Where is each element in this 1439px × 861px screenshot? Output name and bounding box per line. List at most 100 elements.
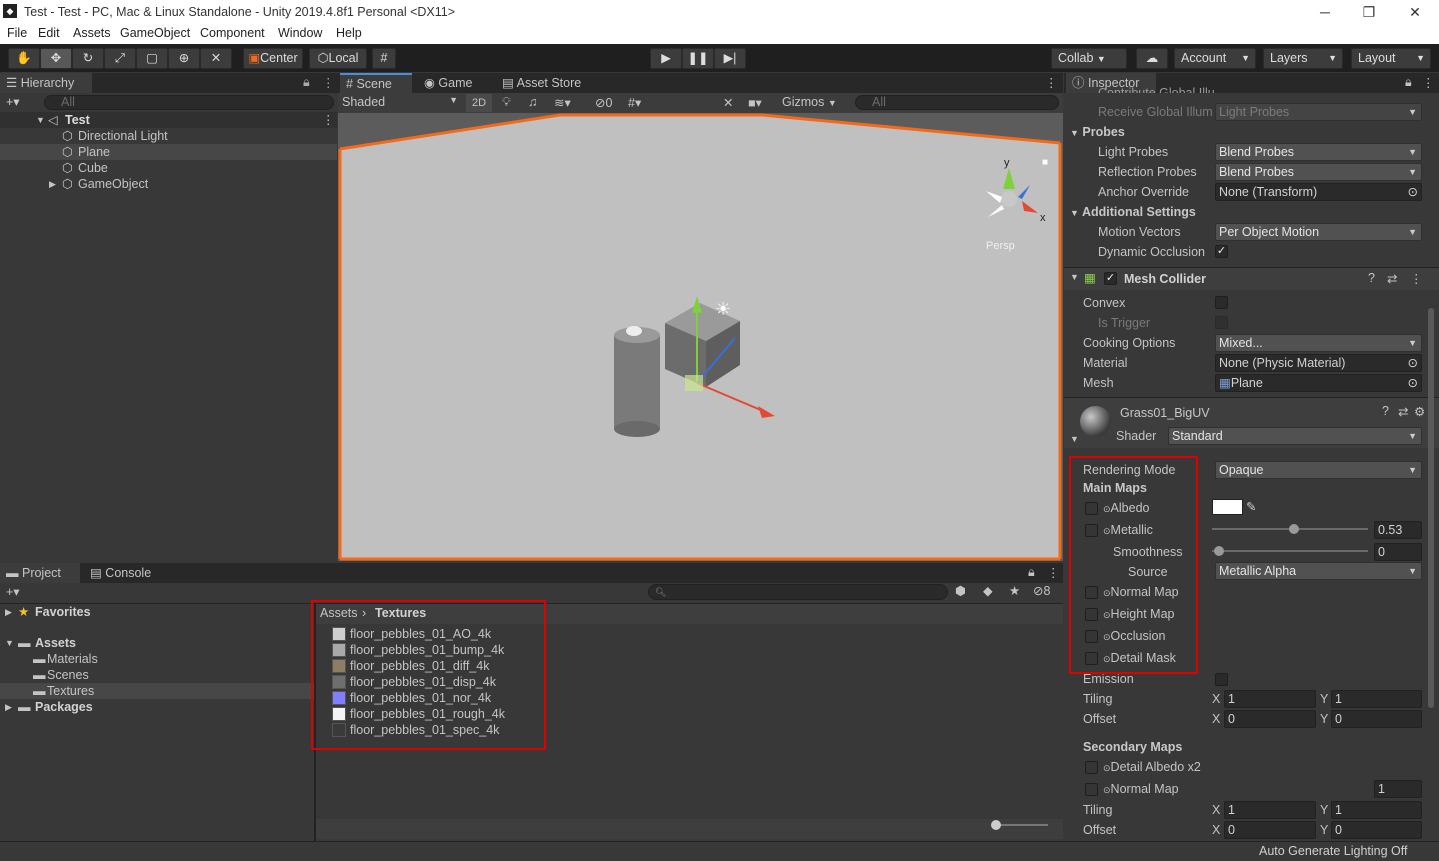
- shading-mode-dropdown[interactable]: Shaded ▼: [342, 95, 458, 109]
- settings-gear-icon[interactable]: ⚙: [1414, 404, 1425, 419]
- secondary-normal-map-texture-slot[interactable]: [1085, 783, 1098, 796]
- rect-tool-button[interactable]: ▢: [136, 48, 168, 69]
- kebab-menu-icon[interactable]: ⋮: [1047, 565, 1060, 580]
- menu-component[interactable]: Component: [200, 26, 265, 40]
- dynamic-occlusion-checkbox[interactable]: ✓: [1215, 245, 1228, 258]
- smoothness-value-field[interactable]: 0: [1374, 543, 1422, 561]
- cloud-button[interactable]: ☁: [1136, 48, 1168, 69]
- object-picker-icon[interactable]: ⊙: [1408, 355, 1418, 371]
- scene-row[interactable]: ▼ ◁ Test ⋮: [0, 112, 337, 128]
- tree-folder-textures[interactable]: ▬ Textures: [0, 683, 314, 699]
- grid-snap-button[interactable]: #: [372, 48, 396, 69]
- lighting-toggle-icon[interactable]: 💡︎: [502, 95, 511, 110]
- hierarchy-item-cube[interactable]: ⬡ Cube: [0, 160, 337, 176]
- hidden-objects-icon[interactable]: ⊘0: [595, 95, 612, 110]
- additional-settings-header[interactable]: ▼ Additional Settings: [1070, 205, 1196, 219]
- eyedropper-icon[interactable]: ✎: [1246, 499, 1256, 514]
- menu-file[interactable]: File: [7, 26, 27, 40]
- rotate-tool-button[interactable]: ↻: [72, 48, 104, 69]
- icon-size-slider-handle[interactable]: [991, 820, 1001, 830]
- smoothness-slider-handle[interactable]: [1214, 546, 1224, 556]
- tree-packages[interactable]: ▶ ▬ Packages: [0, 699, 314, 715]
- 2d-toggle[interactable]: 2D: [466, 94, 492, 112]
- help-icon[interactable]: ?: [1382, 404, 1389, 418]
- layout-dropdown[interactable]: Layout ▼: [1351, 48, 1431, 69]
- hierarchy-item-directional-light[interactable]: ⬡ Directional Light: [0, 128, 337, 144]
- cooking-options-dropdown[interactable]: Mixed... ▼: [1215, 334, 1422, 352]
- collapse-arrow-icon[interactable]: ▼: [1070, 272, 1079, 282]
- convex-checkbox[interactable]: [1215, 296, 1228, 309]
- smoothness-slider-track[interactable]: [1212, 550, 1368, 552]
- detail-albedo-texture-slot[interactable]: [1085, 761, 1098, 774]
- menu-gameobject[interactable]: GameObject: [120, 26, 190, 40]
- scale-tool-button[interactable]: ⤢: [104, 48, 136, 69]
- tab-scene[interactable]: # Scene: [340, 73, 412, 93]
- layers-dropdown[interactable]: Layers ▼: [1263, 48, 1343, 69]
- close-button[interactable]: ✕: [1400, 2, 1430, 22]
- help-icon[interactable]: ?: [1368, 271, 1375, 285]
- hierarchy-item-plane[interactable]: ⬡ Plane: [0, 144, 337, 160]
- icon-size-slider[interactable]: [993, 824, 1048, 826]
- shader-dropdown[interactable]: Standard ▼: [1168, 427, 1422, 445]
- menu-edit[interactable]: Edit: [38, 26, 60, 40]
- effects-toggle-icon[interactable]: ≋▾: [554, 95, 571, 110]
- reflection-probes-dropdown[interactable]: Blend Probes ▼: [1215, 163, 1422, 181]
- step-button[interactable]: ▶|: [714, 48, 746, 69]
- grid-toggle-icon[interactable]: #▾: [628, 95, 641, 110]
- audio-toggle-icon[interactable]: ♫: [528, 95, 537, 109]
- tree-folder-scenes[interactable]: ▬ Scenes: [0, 667, 314, 683]
- pivot-center-button[interactable]: ▣Center: [243, 48, 303, 69]
- anchor-override-field[interactable]: None (Transform) ⊙: [1215, 183, 1422, 201]
- physic-material-field[interactable]: None (Physic Material) ⊙: [1215, 354, 1422, 372]
- minimize-button[interactable]: ─: [1310, 2, 1340, 22]
- tree-favorites[interactable]: ▶ ★ Favorites: [0, 604, 314, 620]
- play-button[interactable]: ▶: [650, 48, 682, 69]
- pause-button[interactable]: ❚❚: [682, 48, 714, 69]
- preset-icon[interactable]: ⇄: [1387, 271, 1397, 286]
- tab-project[interactable]: ▬ Project: [0, 563, 80, 583]
- menu-assets[interactable]: Assets: [73, 26, 111, 40]
- secondary-offset-y-field[interactable]: 0: [1331, 821, 1422, 839]
- inspector-scrollbar[interactable]: [1428, 308, 1434, 708]
- maximize-button[interactable]: ❐: [1354, 2, 1384, 22]
- custom-tool-button[interactable]: ✕: [200, 48, 232, 69]
- is-trigger-checkbox[interactable]: [1215, 316, 1228, 329]
- mesh-collider-enabled-checkbox[interactable]: ✓: [1104, 272, 1117, 285]
- source-dropdown[interactable]: Metallic Alpha ▼: [1215, 562, 1422, 580]
- move-tool-button[interactable]: ✥: [40, 48, 72, 69]
- account-dropdown[interactable]: Account ▼: [1174, 48, 1256, 69]
- lock-icon[interactable]: 🔒︎: [1028, 565, 1035, 580]
- offset-y-field[interactable]: 0: [1331, 710, 1422, 728]
- collapse-arrow-icon[interactable]: ▼: [1070, 434, 1079, 444]
- tiling-y-field[interactable]: 1: [1331, 690, 1422, 708]
- rendering-mode-dropdown[interactable]: Opaque ▼: [1215, 461, 1422, 479]
- secondary-tiling-x-field[interactable]: 1: [1224, 801, 1316, 819]
- probes-header[interactable]: ▼ Probes: [1070, 125, 1125, 139]
- offset-x-field[interactable]: 0: [1224, 710, 1316, 728]
- favorite-star-icon[interactable]: ★: [1009, 583, 1020, 598]
- hierarchy-search-input[interactable]: All: [44, 95, 334, 110]
- hierarchy-item-gameobject[interactable]: ▶ ⬡ GameObject: [0, 176, 337, 192]
- lock-icon[interactable]: 🔒︎: [1405, 75, 1412, 90]
- emission-checkbox[interactable]: [1215, 673, 1228, 686]
- scene-viewport[interactable]: ☀ y x Persp ■: [338, 113, 1063, 561]
- pivot-local-button[interactable]: ⬡Local: [309, 48, 367, 69]
- scene-menu-icon[interactable]: ⋮: [1045, 75, 1058, 90]
- tab-asset-store[interactable]: ▤ Asset Store: [496, 73, 596, 93]
- search-by-type-icon[interactable]: ⬢: [955, 583, 966, 598]
- menu-window[interactable]: Window: [278, 26, 322, 40]
- motion-vectors-dropdown[interactable]: Per Object Motion ▼: [1215, 223, 1422, 241]
- transform-tool-button[interactable]: ⊕: [168, 48, 200, 69]
- collab-dropdown[interactable]: Collab ▼: [1051, 48, 1127, 69]
- receive-gi-dropdown[interactable]: Light Probes ▼: [1215, 103, 1422, 121]
- kebab-menu-icon[interactable]: ⋮: [1422, 75, 1435, 90]
- hidden-packages-icon[interactable]: ⊘8: [1033, 583, 1050, 598]
- tree-folder-materials[interactable]: ▬ Materials: [0, 651, 314, 667]
- scene-search-input[interactable]: All: [855, 95, 1059, 110]
- kebab-menu-icon[interactable]: ⋮: [322, 75, 335, 90]
- tree-assets[interactable]: ▼ ▬ Assets: [0, 635, 314, 651]
- mesh-collider-header[interactable]: ▼ ▦ ✓ Mesh Collider ? ⇄ ⋮: [1064, 268, 1439, 290]
- object-picker-icon[interactable]: ⊙: [1408, 375, 1418, 391]
- scene-menu-icon[interactable]: ⋮: [322, 112, 335, 128]
- tab-hierarchy[interactable]: ☰ Hierarchy: [0, 73, 92, 93]
